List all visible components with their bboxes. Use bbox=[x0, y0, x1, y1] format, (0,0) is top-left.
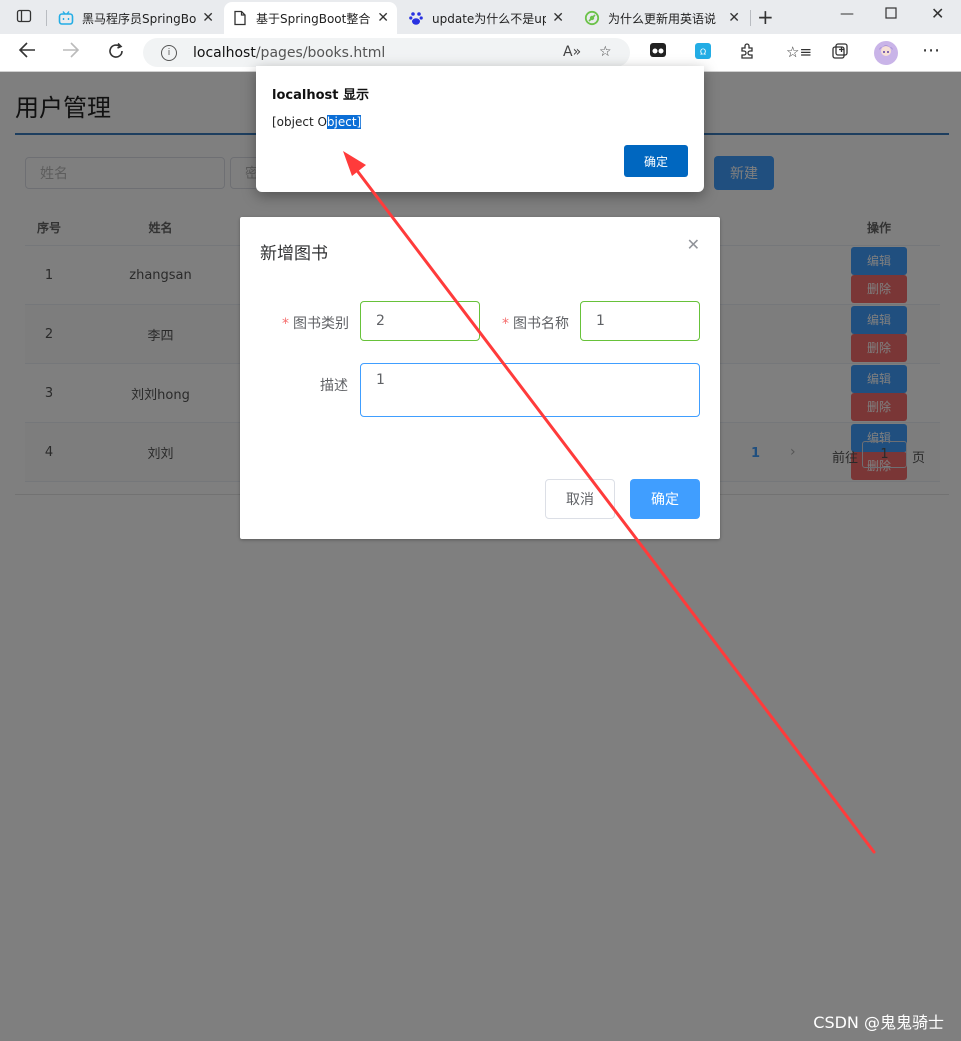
annotation-arrow bbox=[343, 151, 876, 854]
arrow-head bbox=[343, 151, 366, 176]
arrow-shaft bbox=[347, 158, 876, 854]
